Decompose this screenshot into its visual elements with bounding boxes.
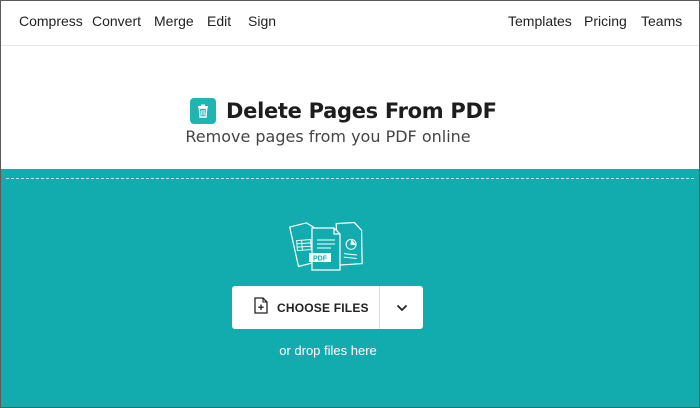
page-header: Delete Pages From PDF [190, 97, 497, 125]
top-navigation: Compress Convert Merge Edit Sign Templat… [0, 0, 700, 46]
nav-templates[interactable]: Templates [508, 13, 572, 29]
pdf-badge-label: PDF [313, 256, 328, 263]
upload-options-dropdown[interactable] [379, 286, 423, 329]
page-subtitle: Remove pages from you PDF online [185, 127, 471, 146]
nav-merge[interactable]: Merge [154, 13, 194, 29]
nav-edit[interactable]: Edit [207, 13, 231, 29]
documents-illustration: PDF [288, 221, 363, 271]
dashed-border [6, 178, 694, 179]
nav-pricing[interactable]: Pricing [584, 13, 627, 29]
nav-compress[interactable]: Compress [19, 13, 83, 29]
page-title: Delete Pages From PDF [226, 99, 497, 123]
choose-files-group: CHOOSE FILES [232, 286, 423, 329]
choose-files-button[interactable]: CHOOSE FILES [232, 286, 379, 329]
chevron-down-icon [396, 299, 408, 317]
nav-sign[interactable]: Sign [248, 13, 276, 29]
nav-teams[interactable]: Teams [641, 13, 682, 29]
nav-convert[interactable]: Convert [92, 13, 141, 29]
choose-files-label: CHOOSE FILES [277, 300, 369, 315]
trash-icon [190, 98, 216, 124]
drop-hint-text: or drop files here [279, 343, 377, 358]
file-plus-icon [254, 296, 268, 319]
file-drop-zone[interactable]: PDF CHOOSE FILES or drop files here [0, 169, 700, 408]
